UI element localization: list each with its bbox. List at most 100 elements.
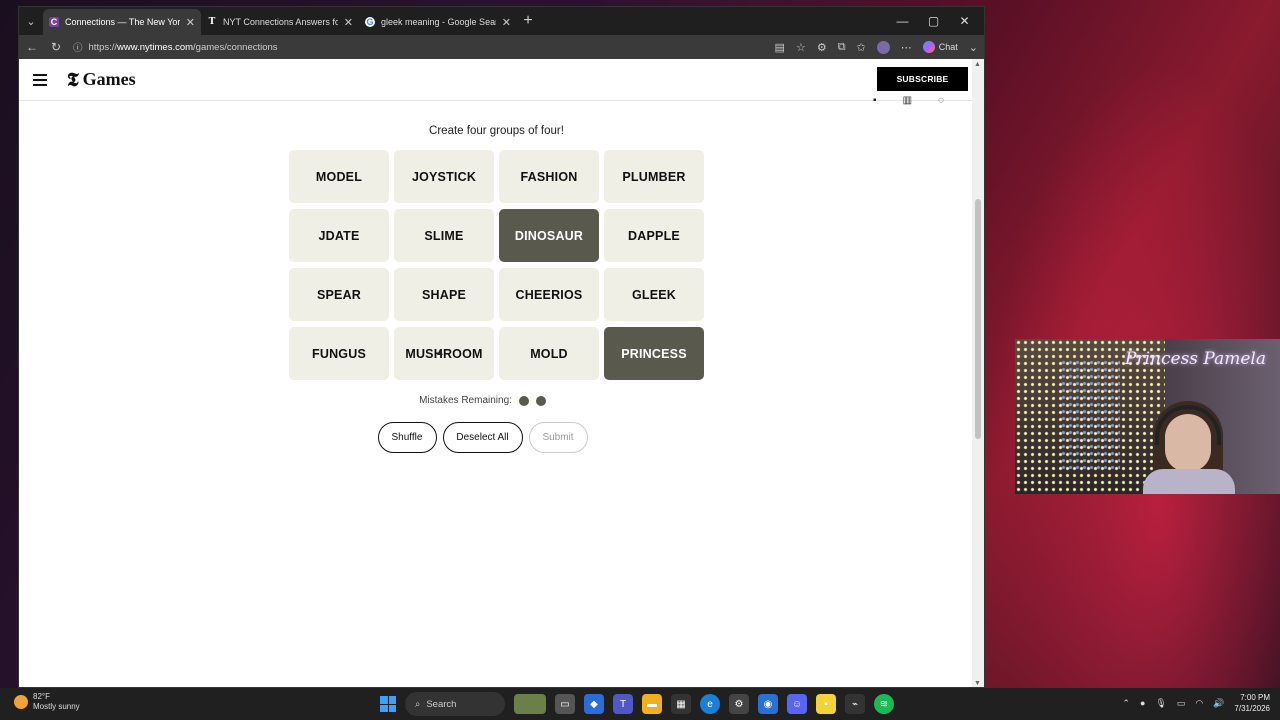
word-tile-fungus[interactable]: FUNGUS [289, 327, 389, 380]
widgets-icon[interactable] [514, 694, 546, 714]
word-tile-shape[interactable]: SHAPE [394, 268, 494, 321]
word-tile-fashion[interactable]: FASHION [499, 150, 599, 203]
shuffle-button[interactable]: Shuffle [377, 422, 437, 453]
word-tile-gleek[interactable]: GLEEK [604, 268, 704, 321]
word-tile-princess[interactable]: PRINCESS [604, 327, 704, 380]
minimize-icon[interactable]: — [887, 7, 918, 35]
word-tile-plumber[interactable]: PLUMBER [604, 150, 704, 203]
teams-icon[interactable]: T [613, 694, 633, 714]
start-windows-icon[interactable] [380, 696, 396, 712]
desktop-icon[interactable] [4, 14, 18, 54]
favorites-icon[interactable]: ✩ [857, 41, 866, 54]
edge-icon[interactable]: e [700, 694, 720, 714]
extensions-icon[interactable]: ⚙ [817, 41, 827, 54]
search-icon: ⌕ [415, 698, 421, 710]
clock[interactable]: 7:00 PM 7/31/2026 [1234, 692, 1270, 714]
word-tile-model[interactable]: MODEL [289, 150, 389, 203]
terminal-icon[interactable]: ⌁ [845, 694, 865, 714]
new-tab-icon[interactable]: + [517, 12, 539, 30]
scroll-up-icon[interactable]: ▲ [974, 61, 981, 68]
site-info-icon[interactable]: ⓘ [73, 40, 83, 54]
sun-icon [14, 695, 28, 709]
deselect-all-button[interactable]: Deselect All [442, 422, 523, 453]
word-grid: MODEL JOYSTICK FASHION PLUMBER JDATE SLIME DIN… [289, 150, 704, 380]
scroll-down-icon[interactable]: ▼ [974, 680, 981, 687]
tab-google-search[interactable]: G gleek meaning - Google Search ✕ [359, 9, 517, 35]
url-field[interactable]: ⓘ https://www.nytimes.com/games/connecti… [73, 40, 765, 55]
app-icon[interactable]: ◉ [758, 694, 778, 714]
google-favicon-icon: G [365, 17, 375, 27]
tab-answers[interactable]: T NYT Connections Answers for July ✕ [201, 9, 359, 35]
word-tile-jdate[interactable]: JDATE [289, 209, 389, 262]
game-actions: Shuffle Deselect All Submit [261, 422, 704, 453]
hint-icon[interactable]: ▪ [873, 95, 877, 106]
close-tab-icon[interactable]: ✕ [502, 16, 511, 29]
discord-icon[interactable]: ☺ [787, 694, 807, 714]
profile-avatar[interactable] [876, 40, 890, 54]
microphone-icon[interactable]: 🎙 [1155, 698, 1166, 709]
url-text: https://www.nytimes.com/games/connection… [88, 41, 278, 53]
spotify-icon[interactable]: ≋ [874, 694, 894, 714]
mistakes-remaining: Mistakes Remaining: [261, 395, 704, 406]
reading-view-icon[interactable]: ▤ [775, 41, 785, 54]
tab-bar: ⌄ C Connections — The New York Times ✕ T… [19, 7, 984, 35]
settings-gear-icon[interactable]: ⚙ [729, 694, 749, 714]
back-icon[interactable]: ← [25, 40, 39, 54]
refresh-icon[interactable]: ↻ [49, 40, 63, 54]
help-icon[interactable]: ◌ [938, 95, 944, 106]
submit-button[interactable]: Submit [528, 422, 588, 453]
maximize-icon[interactable]: ▢ [918, 7, 949, 35]
nyt-games-logo[interactable]: 𝕿 Games [67, 69, 136, 91]
webcam-overlay: Princess Pamela [1015, 339, 1280, 494]
nyt-favicon-icon: T [208, 17, 216, 27]
tab-title: Connections — The New York Times [65, 17, 180, 27]
scrollbar-thumb[interactable] [975, 199, 981, 439]
word-tile-cheerios[interactable]: CHEERIOS [499, 268, 599, 321]
file-explorer-icon[interactable]: ▬ [642, 694, 662, 714]
time: 7:00 PM [1240, 693, 1270, 702]
close-tab-icon[interactable]: ✕ [186, 16, 195, 29]
copilot-chat-button[interactable]: Chat [922, 41, 958, 53]
word-tile-slime[interactable]: SLIME [394, 209, 494, 262]
hamburger-menu-icon[interactable] [33, 73, 47, 86]
address-bar: ← ↻ ⓘ https://www.nytimes.com/games/conn… [19, 35, 984, 59]
tab-connections[interactable]: C Connections — The New York Times ✕ [43, 9, 201, 35]
taskbar: 82°F Mostly sunny ⌕ Search ▭ ◆ T ▬ ▦ e ⚙… [0, 688, 1280, 720]
copilot-app-icon[interactable]: ◆ [584, 694, 604, 714]
word-tile-spear[interactable]: SPEAR [289, 268, 389, 321]
mistakes-label: Mistakes Remaining: [419, 395, 512, 406]
tab-actions-icon[interactable]: ⌄ [19, 7, 43, 35]
games-wordmark: Games [82, 69, 136, 89]
subscribe-button[interactable]: SUBSCRIBE [877, 67, 968, 91]
scrollbar[interactable]: ▲ ▼ [972, 59, 984, 687]
display-icon[interactable]: ▭ [1177, 698, 1186, 709]
word-tile-dinosaur[interactable]: DINOSAUR [499, 209, 599, 262]
store-icon[interactable]: ▦ [671, 694, 691, 714]
browser-toolbar: ▤ ☆ ⚙ ⧉ ✩ ⋯ Chat ⌄ [775, 40, 978, 54]
game-toolbar: ▪ ▥ ◌ [873, 95, 944, 106]
nyt-header: 𝕿 Games SUBSCRIBE [19, 59, 974, 101]
wifi-icon[interactable]: ◠ [1195, 698, 1203, 709]
window-controls: — ▢ ✕ [887, 7, 980, 35]
taskbar-search[interactable]: ⌕ Search [405, 692, 505, 716]
word-tile-mold[interactable]: MOLD [499, 327, 599, 380]
more-menu-icon[interactable]: ⋯ [901, 41, 912, 54]
system-tray: ⌃ ● 🎙 ▭ ◠ 🔊 7:00 PM 7/31/2026 [1122, 692, 1270, 714]
close-tab-icon[interactable]: ✕ [344, 16, 353, 29]
page-content: 𝕿 Games SUBSCRIBE ▪ ▥ ◌ Create four grou… [19, 59, 974, 687]
favorite-star-icon[interactable]: ☆ [796, 41, 806, 54]
weather-widget[interactable]: 82°F Mostly sunny [14, 692, 80, 712]
chevron-down-icon[interactable]: ⌄ [969, 41, 978, 54]
task-view-icon[interactable]: ▭ [555, 694, 575, 714]
connections-game: Create four groups of four! MODEL JOYSTIC… [289, 125, 704, 453]
tray-app-icon[interactable]: ● [1140, 698, 1145, 708]
stats-icon[interactable]: ▥ [903, 95, 912, 106]
volume-icon[interactable]: 🔊 [1213, 698, 1224, 709]
split-screen-icon[interactable]: ⧉ [838, 41, 846, 54]
word-tile-dapple[interactable]: DAPPLE [604, 209, 704, 262]
mouse-cursor-icon: ▲ [435, 347, 445, 358]
close-window-icon[interactable]: ✕ [949, 7, 980, 35]
word-tile-joystick[interactable]: JOYSTICK [394, 150, 494, 203]
sticky-notes-icon[interactable]: ▪ [816, 694, 836, 714]
chevron-up-icon[interactable]: ⌃ [1122, 698, 1130, 709]
